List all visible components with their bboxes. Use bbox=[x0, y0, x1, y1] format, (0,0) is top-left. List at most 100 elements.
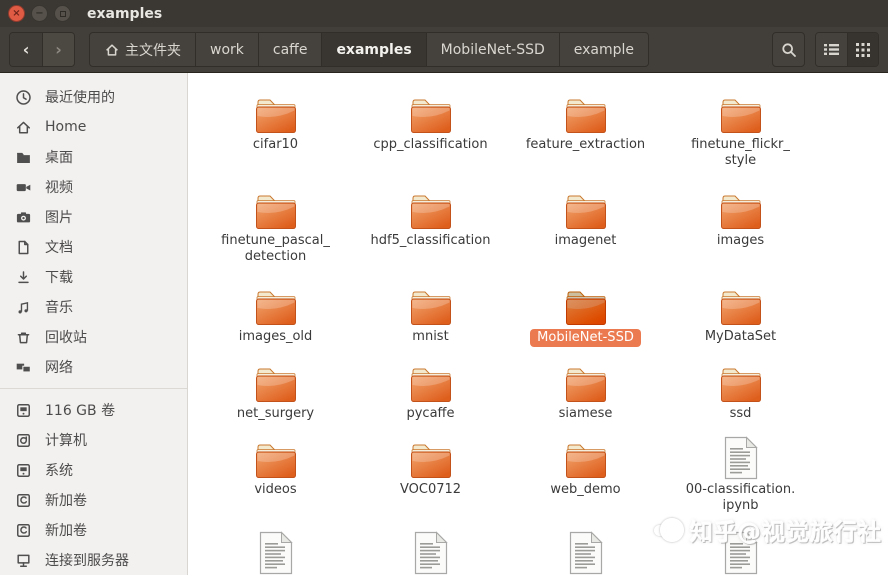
sidebar: 最近使用的 Home 桌面视频 图片文档下载音乐回收站网络 116 GB 卷计算机 系统新… bbox=[0, 73, 188, 575]
grid-view-button[interactable] bbox=[847, 33, 878, 66]
folder-icon bbox=[562, 87, 610, 135]
folder-icon bbox=[717, 356, 765, 404]
document-file-icon bbox=[724, 527, 758, 575]
file-item-siamese[interactable]: siamese bbox=[508, 352, 663, 428]
download-icon bbox=[15, 269, 32, 286]
folder-icon bbox=[720, 291, 761, 325]
sidebar-item-视频[interactable]: 视频 bbox=[0, 172, 187, 202]
file-item-videos[interactable]: videos bbox=[198, 428, 353, 523]
sidebar-item-新加卷[interactable]: 新加卷 bbox=[0, 515, 187, 545]
sidebar-item-116 GB 卷[interactable]: 116 GB 卷 bbox=[0, 395, 187, 425]
sidebar-item-label: 新加卷 bbox=[45, 523, 87, 539]
document-file-icon bbox=[569, 527, 603, 575]
sidebar-item-连接到服务器[interactable]: 连接到服务器 bbox=[0, 545, 187, 575]
file-label: images bbox=[716, 233, 765, 248]
file-item-finetune_pascal_detection[interactable]: finetune_pascal_ detection bbox=[198, 179, 353, 275]
folder-icon bbox=[252, 356, 300, 404]
document-file-icon bbox=[414, 527, 448, 575]
breadcrumb-work[interactable]: work bbox=[196, 32, 259, 67]
file-label: MyDataSet bbox=[704, 329, 777, 344]
minimize-button[interactable]: − bbox=[31, 5, 48, 22]
sidebar-item-文档[interactable]: 文档 bbox=[0, 232, 187, 262]
main-area: 最近使用的 Home 桌面视频 图片文档下载音乐回收站网络 116 GB 卷计算机 系统新… bbox=[0, 73, 888, 575]
file-item-01-learning-lenet[interactable]: 01-learning-lenet bbox=[198, 523, 353, 575]
file-item-images_old[interactable]: images_old bbox=[198, 275, 353, 352]
sidebar-item-计算机[interactable]: 计算机 bbox=[0, 425, 187, 455]
breadcrumb-caffe[interactable]: caffe bbox=[258, 32, 323, 67]
hard-drive-icon bbox=[15, 402, 32, 419]
window-title: examples bbox=[87, 5, 163, 22]
computer-drive-icon bbox=[15, 432, 32, 449]
folder-icon bbox=[410, 195, 451, 229]
file-item-hdf5_classification[interactable]: hdf5_classification bbox=[353, 179, 508, 275]
file-item-MyDataSet[interactable]: MyDataSet bbox=[663, 275, 818, 352]
folder-icon bbox=[565, 99, 606, 133]
maximize-icon bbox=[59, 10, 66, 17]
document-file-icon bbox=[724, 436, 758, 480]
sidebar-item-label: 回收站 bbox=[45, 330, 87, 346]
folder-icon bbox=[562, 183, 610, 231]
file-label: hdf5_classification bbox=[370, 233, 491, 248]
sidebar-item-回收站[interactable]: 回收站 bbox=[0, 322, 187, 352]
breadcrumb-example[interactable]: example bbox=[559, 32, 650, 67]
maximize-button[interactable] bbox=[54, 5, 71, 22]
file-row: images_old mnist MobileNet-SSD MyDataSet bbox=[198, 275, 888, 352]
file-item-02-fine-tuning[interactable]: 02-fine-tuning bbox=[353, 523, 508, 575]
file-item-ssd[interactable]: ssd bbox=[663, 352, 818, 428]
folder-icon bbox=[255, 444, 296, 478]
sidebar-item-下载[interactable]: 下载 bbox=[0, 262, 187, 292]
sidebar-item-桌面[interactable]: 桌面 bbox=[0, 142, 187, 172]
sidebar-item-图片[interactable]: 图片 bbox=[0, 202, 187, 232]
sidebar-item-label: 音乐 bbox=[45, 300, 73, 316]
sidebar-item-label: 文档 bbox=[45, 240, 73, 256]
close-button[interactable]: × bbox=[8, 5, 25, 22]
sidebar-item-网络[interactable]: 网络 bbox=[0, 352, 187, 382]
folder-icon bbox=[407, 432, 455, 480]
sidebar-item-系统[interactable]: 系统 bbox=[0, 455, 187, 485]
file-manager-window: × − examples ‹ › 主文件夹 work caffe examples Mo… bbox=[0, 0, 888, 575]
breadcrumb-主文件夹[interactable]: 主文件夹 bbox=[89, 32, 196, 67]
breadcrumb-label: caffe bbox=[272, 41, 308, 58]
forward-button[interactable]: › bbox=[42, 33, 74, 66]
file-item-net_surgery[interactable]: net_surgery bbox=[198, 352, 353, 428]
list-view-button[interactable] bbox=[816, 33, 847, 66]
sidebar-item-音乐[interactable]: 音乐 bbox=[0, 292, 187, 322]
network-icon bbox=[15, 359, 32, 376]
sidebar-item-新加卷[interactable]: 新加卷 bbox=[0, 485, 187, 515]
file-item-images[interactable]: images bbox=[663, 179, 818, 275]
sidebar-item-最近使用的[interactable]: 最近使用的 bbox=[0, 82, 187, 112]
file-item-imagenet[interactable]: imagenet bbox=[508, 179, 663, 275]
clock-icon bbox=[15, 89, 32, 106]
file-label: cpp_classification bbox=[373, 137, 488, 152]
file-item-VOC0712[interactable]: VOC0712 bbox=[353, 428, 508, 523]
file-item-web_demo[interactable]: web_demo bbox=[508, 428, 663, 523]
folder-icon bbox=[255, 368, 296, 402]
toolbar-right bbox=[772, 32, 879, 67]
file-item-brewing-logreg[interactable]: brewing-logreg bbox=[508, 523, 663, 575]
breadcrumb-MobileNet-SSD[interactable]: MobileNet-SSD bbox=[426, 32, 560, 67]
sidebar-item-label: 连接到服务器 bbox=[45, 553, 129, 569]
sidebar-item-label: 桌面 bbox=[45, 150, 73, 166]
music-note-icon bbox=[15, 299, 32, 316]
document-file-icon bbox=[724, 432, 758, 480]
search-button[interactable] bbox=[772, 32, 805, 67]
folder-icon bbox=[720, 368, 761, 402]
file-item-cpp_classification[interactable]: cpp_classification bbox=[353, 83, 508, 179]
back-button[interactable]: ‹ bbox=[10, 33, 42, 66]
file-item-mnist[interactable]: mnist bbox=[353, 275, 508, 352]
breadcrumb-label: example bbox=[573, 41, 635, 58]
document-file-icon bbox=[569, 531, 603, 575]
file-item-MobileNet-SSD[interactable]: MobileNet-SSD bbox=[508, 275, 663, 352]
file-item-feature_extraction[interactable]: feature_extraction bbox=[508, 83, 663, 179]
file-item-00-classification.ipynb[interactable]: 00-classification. ipynb bbox=[663, 428, 818, 523]
file-item-CMakeLists.txt[interactable]: CMakeLists.txt bbox=[663, 523, 818, 575]
home-icon bbox=[15, 119, 32, 136]
sidebar-item-label: 新加卷 bbox=[45, 493, 87, 509]
file-item-cifar10[interactable]: cifar10 bbox=[198, 83, 353, 179]
breadcrumb-examples[interactable]: examples bbox=[322, 32, 427, 67]
file-item-pycaffe[interactable]: pycaffe bbox=[353, 352, 508, 428]
sidebar-item-Home[interactable]: Home bbox=[0, 112, 187, 142]
grid-view-icon bbox=[856, 42, 870, 57]
folder-icon bbox=[410, 99, 451, 133]
file-item-finetune_flickr_style[interactable]: finetune_flickr_ style bbox=[663, 83, 818, 179]
